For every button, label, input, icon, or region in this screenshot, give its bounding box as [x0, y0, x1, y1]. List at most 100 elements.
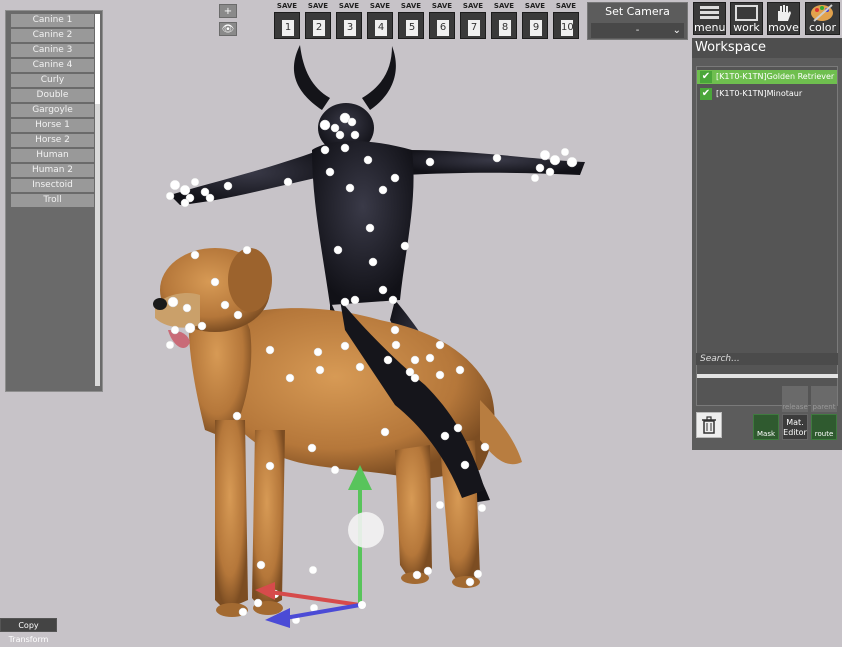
release-button[interactable]: release	[782, 386, 808, 412]
preset-item[interactable]: Double	[11, 89, 94, 102]
parent-label: parent	[812, 403, 836, 411]
set-camera-title: Set Camera	[605, 5, 670, 18]
preset-item[interactable]: Curly	[11, 74, 94, 87]
mask-label: Mask	[756, 430, 776, 438]
eye-icon[interactable]: 👁	[219, 22, 237, 36]
save-label: SAVE	[555, 2, 577, 10]
save-label: SAVE	[369, 2, 391, 10]
clapperboard-icon[interactable]: 9	[522, 12, 548, 39]
mat-editor-label-2: Editor	[783, 428, 807, 437]
preset-item[interactable]: Horse 2	[11, 134, 94, 147]
preset-panel: Canine 1 Canine 2 Canine 3 Canine 4 Curl…	[5, 10, 103, 392]
preset-item[interactable]: Canine 1	[11, 14, 94, 27]
save-number: 2	[313, 20, 325, 36]
add-view-button[interactable]: +	[219, 4, 237, 18]
save-label: SAVE	[276, 2, 298, 10]
save-slot[interactable]: SAVE 9	[522, 1, 548, 39]
clapperboard-icon[interactable]: 2	[305, 12, 331, 39]
release-label: release	[782, 403, 808, 411]
save-label: SAVE	[524, 2, 546, 10]
preset-scroll-thumb[interactable]	[95, 14, 100, 104]
save-slot[interactable]: SAVE 4	[367, 1, 393, 39]
save-slot[interactable]: SAVE 1	[274, 1, 300, 39]
mat-editor-button[interactable]: Mat. Editor	[782, 414, 808, 440]
checkmark-icon[interactable]: ✔	[700, 71, 712, 83]
save-label: SAVE	[400, 2, 422, 10]
mask-button[interactable]: Mask	[753, 414, 779, 440]
clapperboard-icon[interactable]: 4	[367, 12, 393, 39]
move-label: move	[768, 21, 799, 34]
preset-item[interactable]: Troll	[11, 194, 94, 207]
camera-select[interactable]: - ⌄	[591, 23, 684, 38]
preset-item[interactable]: Horse 1	[11, 119, 94, 132]
save-label: SAVE	[338, 2, 360, 10]
color-button[interactable]: color	[805, 2, 840, 35]
clapperboard-icon[interactable]: 8	[491, 12, 517, 39]
route-button[interactable]: route	[811, 414, 837, 440]
clapperboard-icon[interactable]: 1	[274, 12, 300, 39]
chevron-down-icon: ⌄	[672, 25, 681, 36]
save-number: 4	[375, 20, 387, 36]
preset-item[interactable]: Canine 4	[11, 59, 94, 72]
save-slot[interactable]: SAVE 6	[429, 1, 455, 39]
workspace-item[interactable]: ✔ [K1T0-K1TN]Golden Retriever	[697, 70, 837, 84]
delete-button[interactable]	[696, 412, 722, 438]
preset-list: Canine 1 Canine 2 Canine 3 Canine 4 Curl…	[11, 14, 94, 209]
save-slot[interactable]: SAVE 3	[336, 1, 362, 39]
save-slot[interactable]: SAVE 5	[398, 1, 424, 39]
work-label: work	[733, 21, 760, 34]
save-slot[interactable]: SAVE 7	[460, 1, 486, 39]
clapperboard-icon[interactable]: 7	[460, 12, 486, 39]
trash-icon	[702, 416, 716, 434]
set-camera-panel: Set Camera - ⌄	[587, 2, 688, 40]
save-slot[interactable]: SAVE 8	[491, 1, 517, 39]
clapperboard-icon[interactable]: 6	[429, 12, 455, 39]
workspace-item-label: [K1T0-K1TN]Minotaur	[716, 89, 803, 98]
save-number: 7	[468, 20, 480, 36]
parent-button[interactable]: parent	[811, 386, 837, 412]
frame-icon	[735, 5, 758, 21]
workspace-title: Workspace	[692, 38, 842, 58]
save-label: SAVE	[431, 2, 453, 10]
preset-item[interactable]: Human	[11, 149, 94, 162]
preset-item[interactable]: Canine 2	[11, 29, 94, 42]
save-number: 9	[530, 20, 542, 36]
palette-icon	[811, 4, 833, 22]
save-number: 1	[282, 20, 294, 36]
workspace-item[interactable]: ✔ [K1T0-K1TN]Minotaur	[697, 87, 837, 101]
menu-label: menu	[694, 21, 726, 34]
copy-transform-button[interactable]: Copy Transform	[0, 618, 57, 644]
save-label: SAVE	[307, 2, 329, 10]
save-number: 6	[437, 20, 449, 36]
menu-button[interactable]: menu	[693, 2, 726, 35]
checkmark-icon[interactable]: ✔	[700, 88, 712, 100]
preset-item[interactable]: Insectoid	[11, 179, 94, 192]
workspace-slider[interactable]	[697, 374, 838, 378]
save-number: 5	[406, 20, 418, 36]
save-number: 10	[561, 20, 574, 36]
preset-item[interactable]: Gargoyle	[11, 104, 94, 117]
clapperboard-icon[interactable]: 10	[553, 12, 579, 39]
mat-editor-label-1: Mat.	[786, 418, 804, 427]
list-icon	[700, 6, 719, 19]
preset-item[interactable]: Canine 3	[11, 44, 94, 57]
save-number: 3	[344, 20, 356, 36]
workspace-panel: Workspace ✔ [K1T0-K1TN]Golden Retriever …	[692, 38, 842, 450]
save-slot[interactable]: SAVE 2	[305, 1, 331, 39]
route-label: route	[814, 430, 834, 438]
preset-scrollbar[interactable]	[95, 14, 100, 386]
preset-item[interactable]: Human 2	[11, 164, 94, 177]
workspace-search-input[interactable]: Search...	[696, 353, 838, 365]
clapperboard-icon[interactable]: 5	[398, 12, 424, 39]
workspace-item-label: [K1T0-K1TN]Golden Retriever	[716, 72, 835, 81]
hand-icon	[778, 5, 791, 21]
save-slot[interactable]: SAVE 10	[553, 1, 579, 39]
save-number: 8	[499, 20, 511, 36]
clapperboard-icon[interactable]: 3	[336, 12, 362, 39]
save-label: SAVE	[493, 2, 515, 10]
move-button[interactable]: move	[767, 2, 800, 35]
save-label: SAVE	[462, 2, 484, 10]
camera-select-value: -	[635, 25, 640, 36]
work-button[interactable]: work	[730, 2, 763, 35]
color-label: color	[808, 21, 837, 34]
